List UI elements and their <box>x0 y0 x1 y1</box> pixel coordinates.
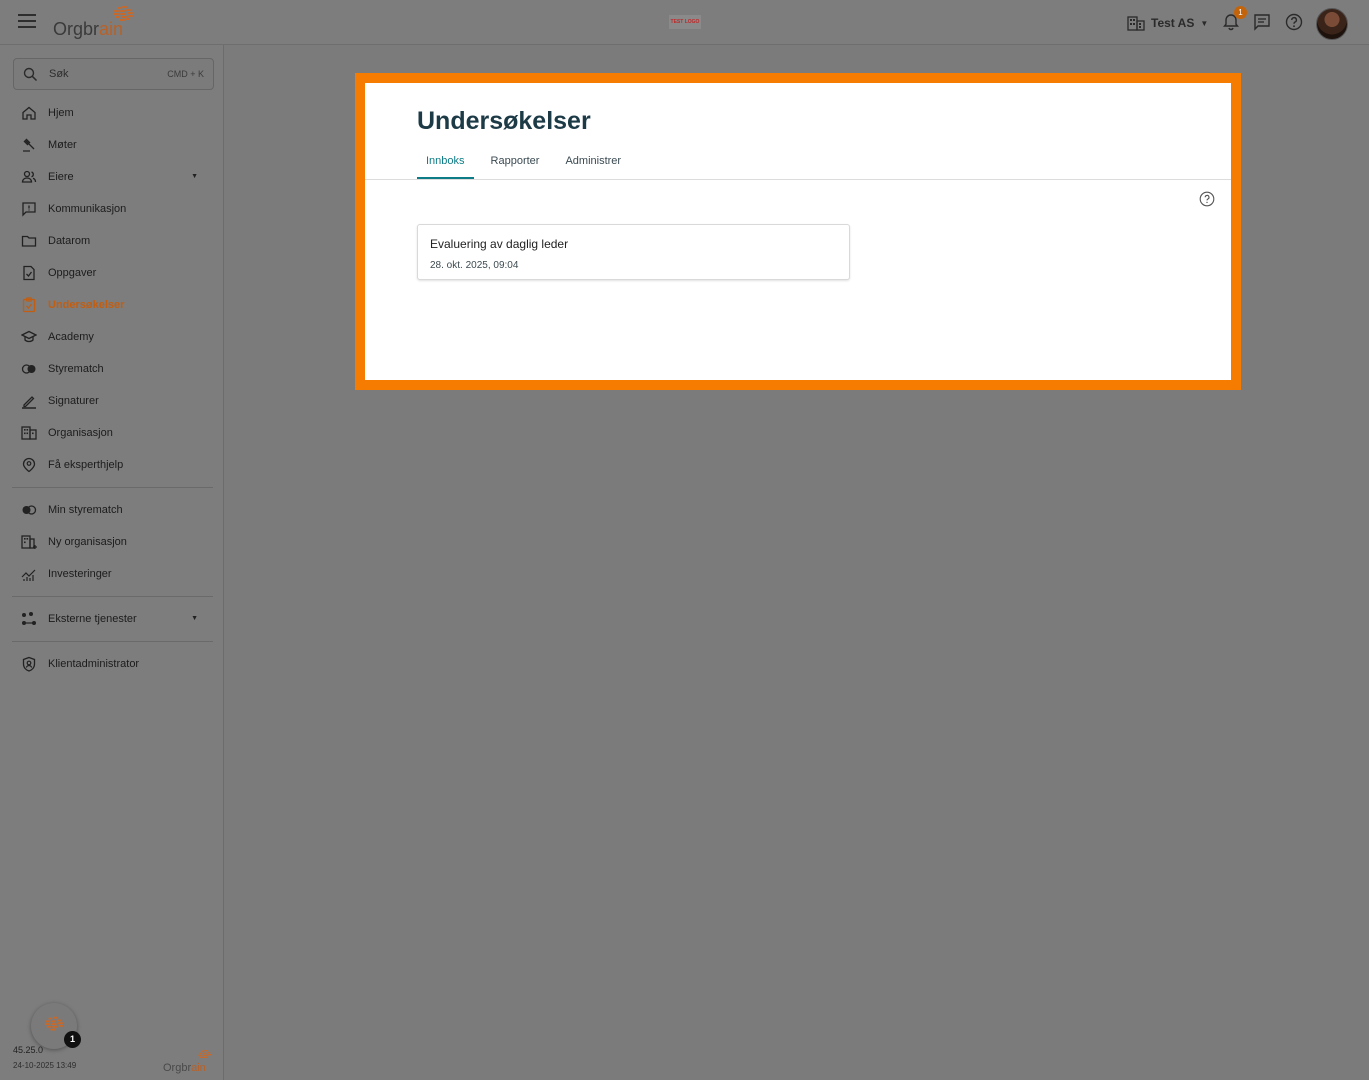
sidebar-item-label: Undersøkelser <box>48 299 125 311</box>
add-building-icon <box>20 533 38 551</box>
sidebar-item-label: Ny organisasjon <box>48 536 127 548</box>
tab-rapporter[interactable]: Rapporter <box>482 155 549 179</box>
sidebar-item-label: Signaturer <box>48 395 99 407</box>
sidebar-item-label: Møter <box>48 139 77 151</box>
sidebar-item-moter[interactable]: Møter <box>12 129 213 161</box>
sidebar-item-label: Få eksperthjelp <box>48 459 124 471</box>
sidebar-item-ny-organisasjon[interactable]: Ny organisasjon <box>12 526 213 558</box>
assistant-badge: 1 <box>64 1031 81 1048</box>
orgbrain-logo[interactable]: Orgbrain <box>53 6 143 40</box>
app-version: 45.25.0 <box>13 1045 44 1055</box>
divider <box>12 487 213 488</box>
pen-icon <box>20 392 38 410</box>
sidebar-item-min-styrematch[interactable]: Min styrematch <box>12 494 213 526</box>
brain-icon <box>113 6 133 21</box>
people-icon <box>20 168 38 186</box>
sidebar-item-label: Min styrematch <box>48 504 123 516</box>
building-icon <box>1127 16 1145 31</box>
help-icon[interactable] <box>1199 191 1215 207</box>
sidebar-item-kommunikasjon[interactable]: Kommunikasjon <box>12 193 213 225</box>
task-icon <box>20 264 38 282</box>
sidebar-item-label: Eksterne tjenester <box>48 613 137 625</box>
services-icon <box>20 610 38 628</box>
sidebar-nav: Hjem Møter Eiere ▼ Kommunikasjon Datarom… <box>12 97 213 680</box>
sidebar-item-label: Academy <box>48 331 94 343</box>
sidebar-item-label: Organisasjon <box>48 427 113 439</box>
brain-icon <box>44 1016 64 1031</box>
chart-icon <box>20 565 38 583</box>
build-date: 24-10-2025 13:49 <box>13 1061 77 1070</box>
sidebar-item-label: Oppgaver <box>48 267 97 279</box>
brain-icon <box>198 1050 212 1058</box>
chevron-down-icon[interactable]: ▼ <box>191 173 198 180</box>
sidebar-item-label: Styrematch <box>48 363 104 375</box>
page-title: Undersøkelser <box>417 107 591 135</box>
search-input[interactable]: Søk CMD + K <box>13 58 214 90</box>
sidebar-item-label: Datarom <box>48 235 91 247</box>
chat-icon[interactable] <box>1252 12 1272 32</box>
sidebar-item-label: Eiere <box>48 171 74 183</box>
sidebar-item-eksterne-tjenester[interactable]: Eksterne tjenester ▼ <box>12 603 213 635</box>
sidebar-item-organisasjon[interactable]: Organisasjon <box>12 417 213 449</box>
menu-icon[interactable] <box>18 14 36 30</box>
user-avatar[interactable] <box>1316 8 1348 40</box>
tab-administrer[interactable]: Administrer <box>556 155 630 179</box>
sidebar-item-styrematch[interactable]: Styrematch <box>12 353 213 385</box>
sidebar-item-eksperthjelp[interactable]: Få eksperthjelp <box>12 449 213 481</box>
home-icon <box>20 104 38 122</box>
org-switcher[interactable]: Test AS ▼ <box>1127 13 1208 33</box>
building-icon <box>20 424 38 442</box>
sidebar-item-investeringer[interactable]: Investeringer <box>12 558 213 590</box>
sidebar-item-undersokelser[interactable]: Undersøkelser <box>12 289 213 321</box>
tab-innboks[interactable]: Innboks <box>417 155 474 179</box>
sidebar-item-academy[interactable]: Academy <box>12 321 213 353</box>
survey-card[interactable]: Evaluering av daglig leder 28. okt. 2025… <box>417 224 850 280</box>
chevron-down-icon[interactable]: ▼ <box>191 615 198 622</box>
chevron-down-icon: ▼ <box>1200 18 1209 28</box>
graduation-cap-icon <box>20 328 38 346</box>
divider <box>12 641 213 642</box>
help-icon[interactable] <box>1284 12 1304 32</box>
org-name: Test AS <box>1151 16 1195 30</box>
message-icon <box>20 200 38 218</box>
search-icon <box>23 67 38 82</box>
toggle-icon <box>20 501 38 519</box>
search-placeholder: Søk <box>49 68 69 80</box>
tab-bar: Innboks Rapporter Administrer <box>417 155 638 179</box>
sidebar: Søk CMD + K Hjem Møter Eiere ▼ Kommunika… <box>0 45 224 1080</box>
sidebar-item-oppgaver[interactable]: Oppgaver <box>12 257 213 289</box>
tab-divider <box>365 179 1231 180</box>
gavel-icon <box>20 136 38 154</box>
survey-title: Evaluering av daglig leder <box>430 237 569 251</box>
surveys-panel: Undersøkelser Innboks Rapporter Administ… <box>355 73 1241 390</box>
sidebar-item-datarom[interactable]: Datarom <box>12 225 213 257</box>
test-logo: TEST LOGO <box>669 15 701 29</box>
expert-icon <box>20 456 38 474</box>
sidebar-item-label: Klientadministrator <box>48 658 140 670</box>
sidebar-item-label: Investeringer <box>48 568 112 580</box>
shield-icon <box>20 655 38 673</box>
search-shortcut: CMD + K <box>167 69 204 79</box>
top-bar: Orgbrain TEST LOGO Test AS ▼ 1 <box>0 0 1369 45</box>
match-icon <box>20 360 38 378</box>
folder-icon <box>20 232 38 250</box>
survey-date: 28. okt. 2025, 09:04 <box>430 260 519 271</box>
orgbrain-footer-logo: Orgbrain <box>163 1050 215 1076</box>
sidebar-item-hjem[interactable]: Hjem <box>12 97 213 129</box>
footer-logo-text: Orgbrain <box>163 1062 206 1074</box>
sidebar-item-eiere[interactable]: Eiere ▼ <box>12 161 213 193</box>
sidebar-item-label: Hjem <box>48 107 74 119</box>
sidebar-item-signaturer[interactable]: Signaturer <box>12 385 213 417</box>
sidebar-item-klientadministrator[interactable]: Klientadministrator <box>12 648 213 680</box>
divider <box>12 596 213 597</box>
survey-icon <box>20 296 38 314</box>
sidebar-item-label: Kommunikasjon <box>48 203 127 215</box>
notification-badge: 1 <box>1234 6 1247 19</box>
